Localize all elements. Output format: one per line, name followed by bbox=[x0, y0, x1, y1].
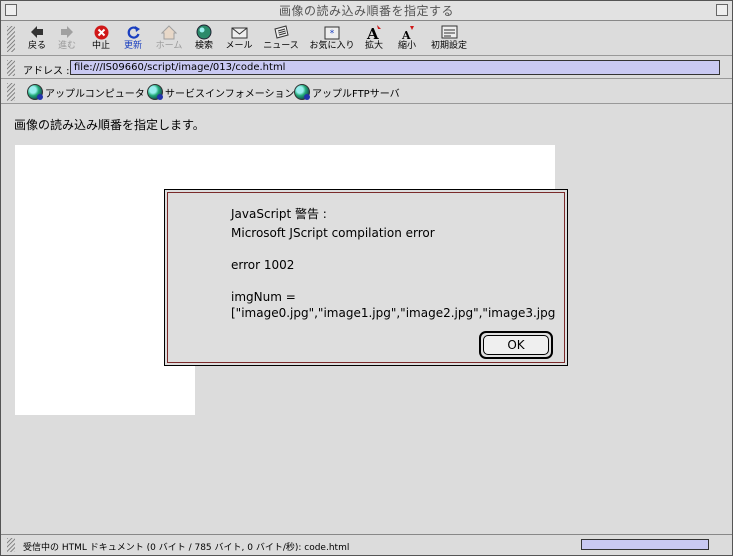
dialog-code-line: ["image0.jpg","image1.jpg","image2.jpg",… bbox=[231, 306, 556, 320]
globe-icon bbox=[147, 84, 163, 100]
globe-icon bbox=[27, 84, 43, 100]
home-icon bbox=[161, 23, 177, 41]
status-text: 受信中の HTML ドキュメント (0 バイト / 785 バイト, 0 バイト… bbox=[23, 543, 350, 553]
mail-button[interactable]: メール bbox=[221, 23, 257, 55]
dialog-title: JavaScript 警告 : bbox=[231, 207, 327, 221]
svg-text:A: A bbox=[401, 29, 411, 40]
news-icon bbox=[273, 23, 290, 41]
refresh-button[interactable]: 更新 bbox=[115, 23, 151, 55]
status-grip[interactable] bbox=[7, 538, 15, 552]
toolbar-grip[interactable] bbox=[7, 26, 15, 52]
dialog-code-line: imgNum = bbox=[231, 290, 296, 304]
forward-button[interactable]: 進む bbox=[49, 23, 85, 55]
ok-button[interactable]: OK bbox=[479, 331, 553, 359]
stop-icon bbox=[94, 23, 109, 41]
favorite-apple-computer[interactable]: アップルコンピュータ bbox=[27, 84, 145, 100]
dialog-error-code: error 1002 bbox=[231, 258, 295, 272]
enlarge-text-button[interactable]: A 拡大 bbox=[356, 23, 392, 55]
dialog-error-line: Microsoft JScript compilation error bbox=[231, 226, 435, 240]
shrink-text-icon: A bbox=[399, 23, 415, 41]
favorites-bar: アップルコンピュータ サービスインフォメーション アップルFTPサーバ bbox=[1, 80, 732, 104]
mail-icon bbox=[231, 23, 248, 41]
svg-text:*: * bbox=[330, 29, 335, 39]
back-arrow-icon bbox=[30, 23, 44, 41]
address-bar: アドレス : file:///IS09660/script/image/013/… bbox=[1, 57, 732, 79]
window-title: 画像の読み込み順番を指定する bbox=[278, 4, 454, 18]
image-placeholder bbox=[15, 145, 555, 191]
address-input[interactable]: file:///IS09660/script/image/013/code.ht… bbox=[70, 60, 720, 75]
page-text: 画像の読み込み順番を指定します。 bbox=[14, 118, 205, 132]
toolbar: 戻る 進む 中止 更新 ホーム 検索 メール ニュース * お気に入り A 拡大… bbox=[1, 22, 732, 56]
svg-text:A: A bbox=[366, 25, 379, 40]
shrink-text-button[interactable]: A 縮小 bbox=[389, 23, 425, 55]
refresh-icon bbox=[126, 23, 141, 41]
favorites-icon: * bbox=[324, 23, 340, 41]
enlarge-text-icon: A bbox=[366, 23, 382, 41]
favorite-service-information[interactable]: サービスインフォメーション bbox=[147, 84, 295, 100]
home-button[interactable]: ホーム bbox=[151, 23, 187, 55]
preferences-button[interactable]: 初期設定 bbox=[429, 23, 469, 55]
news-button[interactable]: ニュース bbox=[263, 23, 299, 55]
close-box[interactable] bbox=[5, 4, 17, 16]
ok-button-label: OK bbox=[483, 335, 549, 355]
address-grip[interactable] bbox=[7, 60, 15, 76]
address-label: アドレス : bbox=[23, 66, 70, 77]
globe-icon bbox=[294, 84, 310, 100]
title-bar[interactable]: 画像の読み込み順番を指定する bbox=[1, 1, 732, 21]
stop-button[interactable]: 中止 bbox=[83, 23, 119, 55]
favorite-apple-ftp-server[interactable]: アップルFTPサーバ bbox=[294, 84, 400, 100]
favorites-button[interactable]: * お気に入り bbox=[310, 23, 355, 55]
forward-arrow-icon bbox=[60, 23, 74, 41]
preferences-icon bbox=[441, 23, 458, 41]
search-button[interactable]: 検索 bbox=[186, 23, 222, 55]
javascript-alert-dialog: JavaScript 警告 : Microsoft JScript compil… bbox=[164, 189, 568, 366]
search-globe-icon bbox=[196, 23, 212, 41]
zoom-box[interactable] bbox=[716, 4, 728, 16]
status-bar: 受信中の HTML ドキュメント (0 バイト / 785 バイト, 0 バイト… bbox=[1, 534, 732, 555]
favorites-grip[interactable] bbox=[7, 83, 15, 101]
progress-bar bbox=[581, 539, 709, 550]
